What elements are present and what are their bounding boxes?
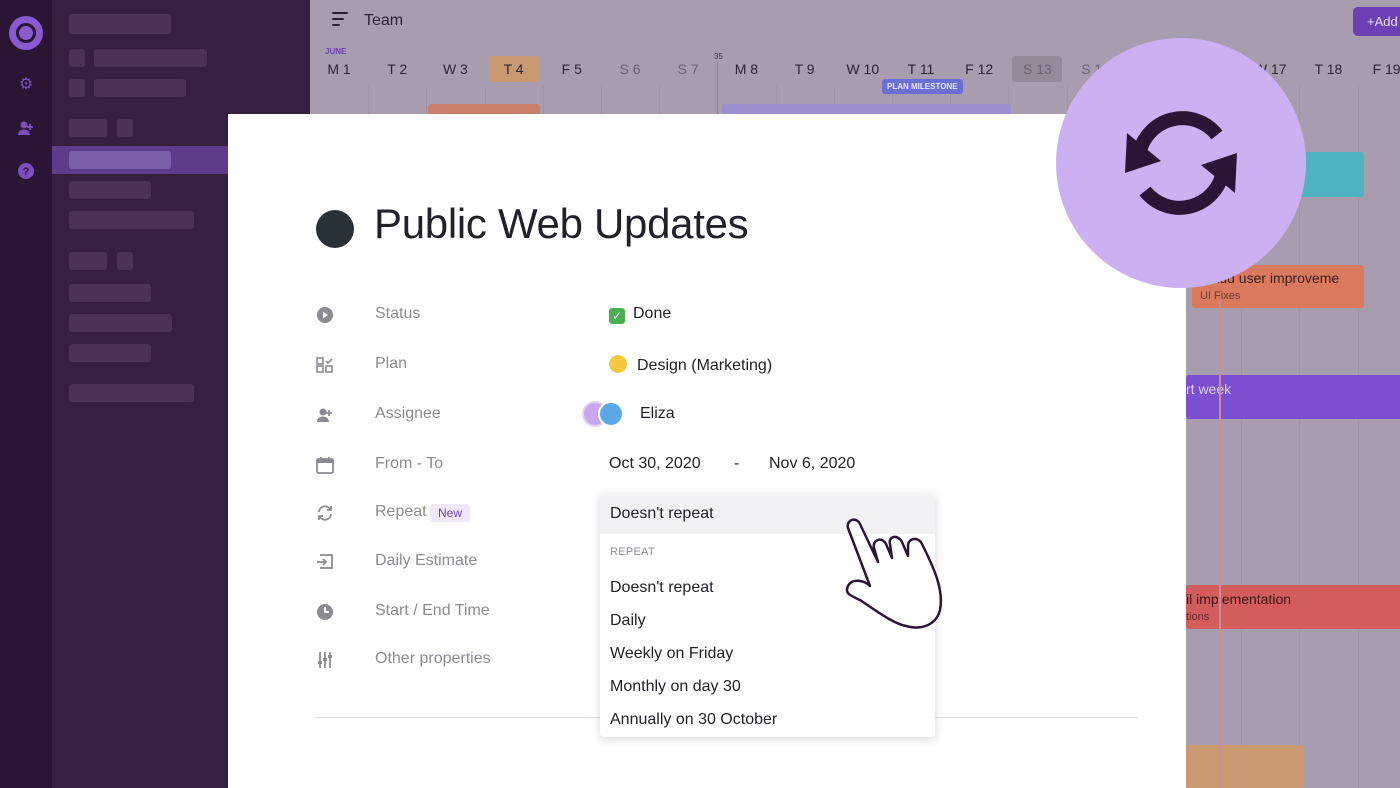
day-header-8[interactable]: M 8 [717,56,775,82]
menu-icon[interactable] [332,12,352,28]
sidebar-placeholder [69,344,151,362]
team-title: Team [364,12,404,29]
day-header-4[interactable]: T 4 [488,56,539,82]
task-bar-title: il implementation [1186,591,1292,607]
sidebar-placeholder [94,79,186,97]
task-bar-subtitle: tions [1186,611,1210,623]
repeat-option-none[interactable]: Doesn't repeat [610,579,714,597]
assignee-icon [316,406,334,424]
other-properties-label: Other properties [375,650,491,667]
task-title[interactable]: Public Web Updates [374,200,749,248]
plan-value-text: Design (Marketing) [637,357,773,374]
dates-label: From - To [375,455,444,472]
calendar-header: Team +Add [310,0,1400,44]
settings-icon[interactable]: ⚙ [17,76,35,94]
task-bar-title: rt week [1186,381,1232,397]
day-header-5[interactable]: F 5 [543,56,601,82]
dates-row[interactable]: From - To Oct 30, 2020 - Nov 6, 2020 [316,452,1116,478]
today-line [1219,300,1221,788]
sidebar-placeholder [69,384,194,402]
plan-color-dot [609,355,627,373]
new-badge: New [430,504,471,522]
repeat-option-monthly[interactable]: Monthly on day 30 [610,678,741,696]
plan-row[interactable]: Plan Design (Marketing) [316,352,1116,378]
assignee-value[interactable]: Eliza [640,405,675,423]
repeat-label: Repeat [375,503,427,520]
sidebar-placeholder [94,49,207,67]
estimate-label: Daily Estimate [375,552,478,569]
plan-milestone-badge[interactable]: PLAN MILESTONE [882,79,963,94]
assignee-row[interactable]: Assignee Eliza [316,401,1116,428]
day-header-1[interactable]: M 1 [310,56,368,82]
status-icon [316,306,334,324]
sidebar-placeholder [69,284,151,302]
repeat-hero-badge [1056,38,1306,288]
plan-label: Plan [375,355,408,372]
hand-cursor-icon [845,518,943,629]
help-icon[interactable]: ? [17,162,35,180]
day-header-19[interactable]: F 19 [1358,56,1400,82]
sync-icon [1125,111,1237,215]
dropdown-section-header: REPEAT [610,546,655,558]
day-header-10[interactable]: W 10 [834,56,892,82]
day-header-3[interactable]: W 3 [426,56,484,82]
status-value-text: Done [633,305,672,322]
day-header-13[interactable]: S 13 [1012,56,1063,82]
repeat-icon [316,504,334,522]
day-header-18[interactable]: T 18 [1299,56,1357,82]
add-button[interactable]: +Add [1353,7,1400,36]
calendar-icon [316,456,334,474]
app-logo-icon[interactable] [9,16,43,50]
team-icon[interactable] [17,119,35,137]
sidebar-placeholder [69,14,171,34]
time-label: Start / End Time [375,602,490,619]
sidebar-placeholder [69,181,151,199]
status-label: Status [375,305,421,322]
sidebar-placeholder [69,252,107,270]
sidebar-placeholder [117,252,133,270]
sidebar-placeholder [69,314,172,332]
svg-text:?: ? [23,166,30,178]
repeat-option-weekly[interactable]: Weekly on Friday [610,645,733,663]
month-label: JUNE [325,47,347,56]
sidebar-placeholder [117,119,133,137]
to-date[interactable]: Nov 6, 2020 [769,455,855,473]
checkmark-icon: ✓ [609,308,625,324]
date-separator: - [734,455,740,472]
avatar[interactable] [598,401,624,427]
app-rail: ⚙ ? [0,0,52,788]
assignee-label: Assignee [375,405,441,422]
clock-icon [316,603,334,621]
day-header-7[interactable]: S 7 [659,56,717,82]
sidebar-placeholder [69,211,194,229]
plan-value[interactable]: Design (Marketing) [609,355,772,375]
estimate-icon [316,553,334,571]
status-value[interactable]: ✓ Done [609,305,671,324]
task-color-dot[interactable] [316,210,354,248]
sidebar-placeholder [69,49,85,67]
day-header-6[interactable]: S 6 [601,56,659,82]
sidebar-placeholder [69,151,171,169]
plan-icon [316,356,334,374]
task-bar[interactable] [1186,745,1304,788]
day-header-9[interactable]: T 9 [776,56,834,82]
sidebar-placeholder [69,119,107,137]
repeat-option-daily[interactable]: Daily [610,612,646,630]
from-date[interactable]: Oct 30, 2020 [609,455,701,473]
sliders-icon [316,651,334,669]
day-header-2[interactable]: T 2 [368,56,426,82]
repeat-option-annually[interactable]: Annually on 30 October [610,711,777,729]
status-row[interactable]: Status ✓ Done [316,302,1116,328]
sidebar-placeholder [69,79,85,97]
